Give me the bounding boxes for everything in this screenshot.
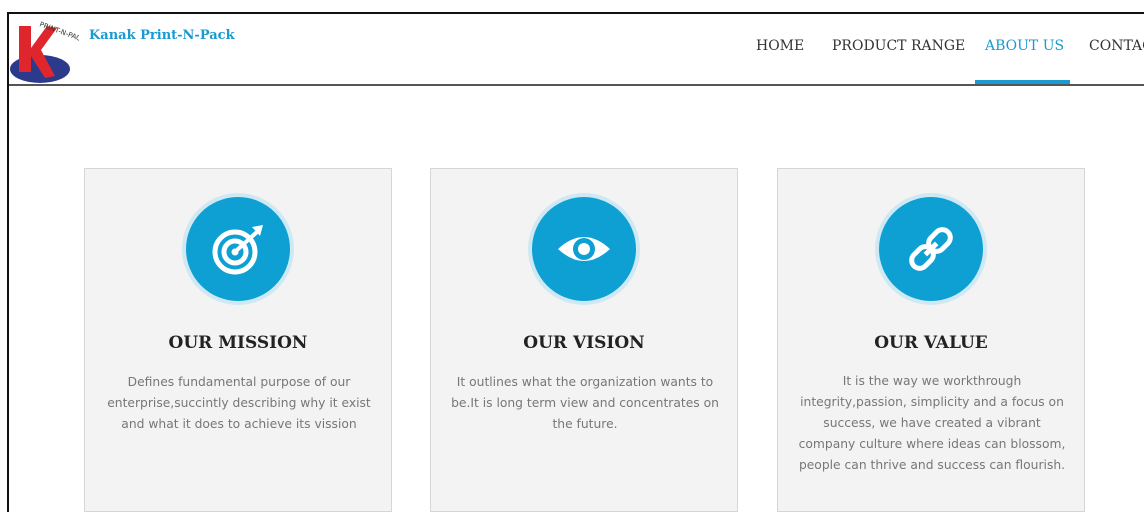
card-title: OUR VALUE: [874, 333, 988, 353]
nav-home[interactable]: HOME: [756, 38, 804, 54]
main-nav: HOME PRODUCT RANGE ABOUT US CONTAC: [9, 14, 1144, 85]
target-icon-badge: [186, 197, 290, 301]
link-icon: [909, 227, 953, 271]
card-description: Defines fundamental purpose of our enter…: [107, 375, 371, 431]
mission-card: OUR MISSION Defines fundamental purpose …: [84, 168, 392, 512]
nav-contact[interactable]: CONTAC: [1089, 38, 1144, 54]
vision-card: OUR VISION It outlines what the organiza…: [430, 168, 738, 512]
card-description: It is the way we workthrough integrity,p…: [798, 374, 1066, 472]
site-header: PRINT-N-PACK Kanak Print-N-Pack HOME PRO…: [9, 14, 1144, 85]
header-divider: [9, 84, 1144, 86]
eye-icon: [558, 237, 610, 261]
target-icon: [212, 225, 263, 275]
nav-about-us[interactable]: ABOUT US: [985, 38, 1064, 54]
card-description: It outlines what the organization wants …: [451, 375, 719, 431]
frame-left-border: [7, 12, 9, 512]
link-icon-badge: [879, 197, 983, 301]
card-title: OUR VISION: [523, 333, 645, 353]
card-title: OUR MISSION: [168, 333, 308, 353]
nav-product-range[interactable]: PRODUCT RANGE: [832, 38, 965, 54]
eye-icon-badge: [532, 197, 636, 301]
value-card: OUR VALUE It is the way we workthrough i…: [777, 168, 1085, 512]
